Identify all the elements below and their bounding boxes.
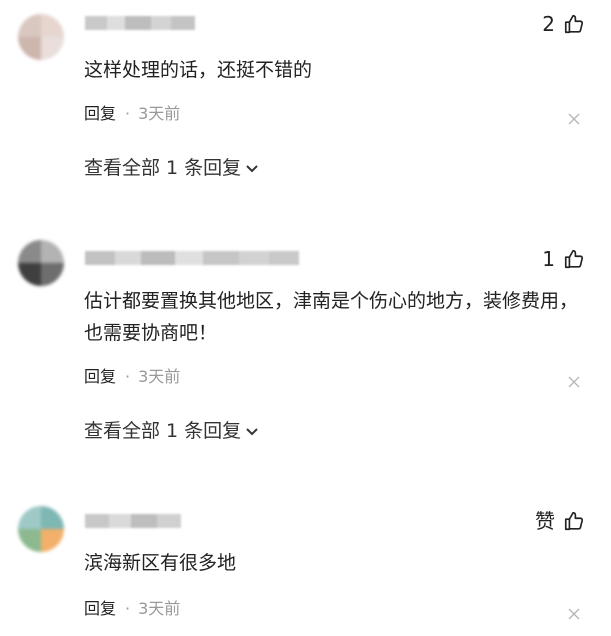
reply-button[interactable]: 回复 [84,367,116,387]
chevron-down-icon [245,156,259,180]
avatar[interactable] [18,240,64,286]
timestamp: 3天前 [138,104,181,123]
view-all-replies-label: 查看全部 1 条回复 [84,420,242,442]
reply-button[interactable]: 回复 [84,104,116,124]
avatar[interactable] [18,14,64,60]
username-redacted[interactable] [85,251,299,265]
like-label: 赞 [535,509,555,533]
thumbs-up-icon [563,248,585,270]
username-redacted[interactable] [85,16,195,30]
view-all-replies-button[interactable]: 查看全部 1 条回复 [84,156,259,180]
comment-text: 这样处理的话，还挺不错的 [84,59,313,81]
username-redacted[interactable] [85,514,181,528]
reply-button[interactable]: 回复 [84,599,116,619]
view-all-replies-button[interactable]: 查看全部 1 条回复 [84,419,259,443]
thumbs-up-icon [563,13,585,35]
timestamp: 3天前 [138,367,181,386]
close-icon[interactable] [568,605,580,620]
meta-separator: · [125,599,131,618]
meta-separator: · [125,367,131,386]
like-button[interactable]: 2 [542,12,585,36]
avatar[interactable] [18,506,64,552]
like-count: 1 [542,247,555,271]
like-count: 2 [542,12,555,36]
comment-text: 估计都要置换其他地区，津南是个伤心的地方，装修费用，也需要协商吧！ [84,290,579,344]
timestamp: 3天前 [138,599,181,618]
chevron-down-icon [245,419,259,443]
view-all-replies-label: 查看全部 1 条回复 [84,157,242,179]
thumbs-up-icon [563,510,585,532]
like-button[interactable]: 1 [542,247,585,271]
comment-meta: 回复 · 3天前 [84,599,180,619]
comment-text: 滨海新区有很多地 [84,552,237,574]
close-icon[interactable] [568,373,580,388]
comment-meta: 回复 · 3天前 [84,104,180,124]
close-icon[interactable] [568,110,580,125]
meta-separator: · [125,104,131,123]
comment-meta: 回复 · 3天前 [84,367,180,387]
like-button[interactable]: 赞 [535,509,585,533]
